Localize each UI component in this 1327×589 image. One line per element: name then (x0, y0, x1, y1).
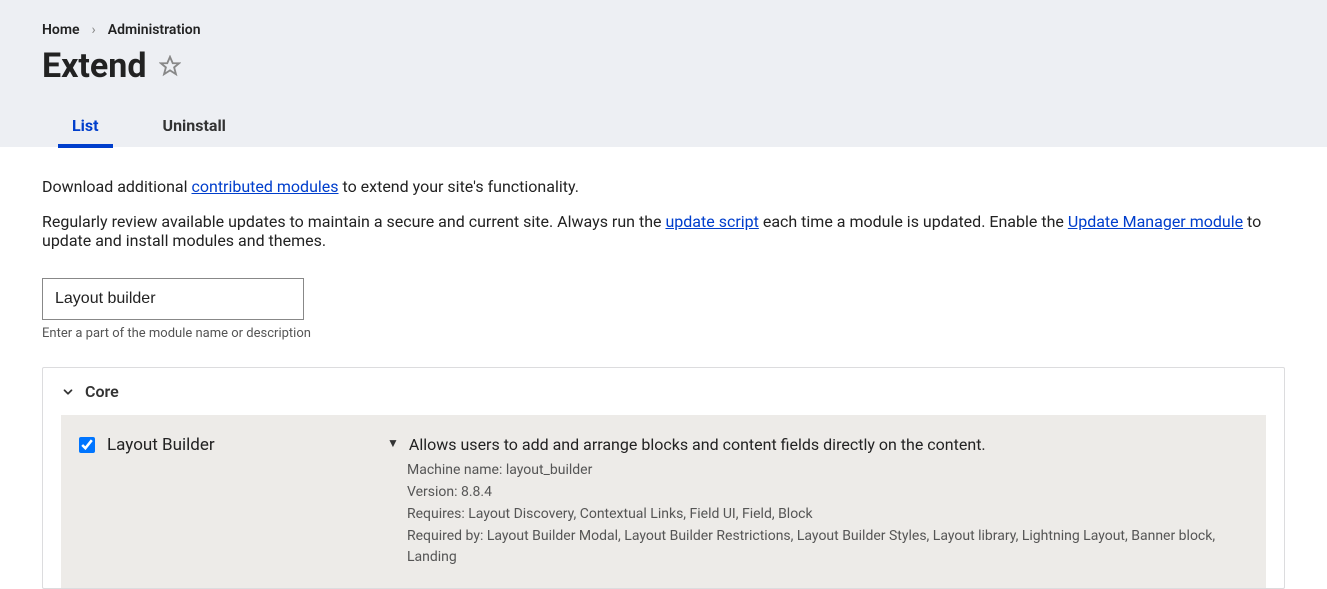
chevron-down-icon (61, 385, 75, 399)
tab-uninstall[interactable]: Uninstall (155, 104, 234, 147)
module-required-by: Required by: Layout Builder Modal, Layou… (407, 526, 1248, 568)
breadcrumb-home[interactable]: Home (42, 22, 80, 38)
module-enable-checkbox[interactable] (79, 437, 95, 453)
module-search-input[interactable] (42, 278, 304, 320)
group-header-core[interactable]: Core (61, 382, 1266, 415)
disclosure-triangle-icon[interactable]: ▼ (387, 435, 399, 452)
update-manager-link[interactable]: Update Manager module (1068, 212, 1243, 231)
tabs: List Uninstall (42, 104, 1285, 147)
module-row-layout-builder: Layout Builder ▼ Allows users to add and… (61, 415, 1266, 588)
contributed-modules-link[interactable]: contributed modules (191, 177, 338, 196)
tab-list[interactable]: List (64, 104, 107, 147)
module-summary: Allows users to add and arrange blocks a… (409, 435, 986, 454)
breadcrumb-separator-icon: › (92, 22, 96, 38)
search-hint: Enter a part of the module name or descr… (42, 326, 1285, 341)
intro-text-1a: Download additional (42, 177, 191, 196)
intro-text-2a: Regularly review available updates to ma… (42, 212, 665, 231)
update-script-link[interactable]: update script (665, 212, 758, 231)
page-title: Extend (42, 46, 147, 86)
breadcrumb: Home › Administration (42, 22, 1285, 38)
module-version: Version: 8.8.4 (407, 482, 1248, 503)
intro-text-1: Download additional contributed modules … (42, 177, 1285, 196)
intro-text-2b: each time a module is updated. Enable th… (759, 212, 1068, 231)
star-icon[interactable] (159, 55, 181, 77)
module-requires: Requires: Layout Discovery, Contextual L… (407, 504, 1248, 525)
intro-text-2: Regularly review available updates to ma… (42, 212, 1285, 250)
group-title: Core (85, 382, 119, 401)
module-machine-name: Machine name: layout_builder (407, 460, 1248, 481)
breadcrumb-admin[interactable]: Administration (108, 22, 201, 38)
intro-text-1b: to extend your site's functionality. (339, 177, 579, 196)
module-name: Layout Builder (107, 435, 387, 568)
